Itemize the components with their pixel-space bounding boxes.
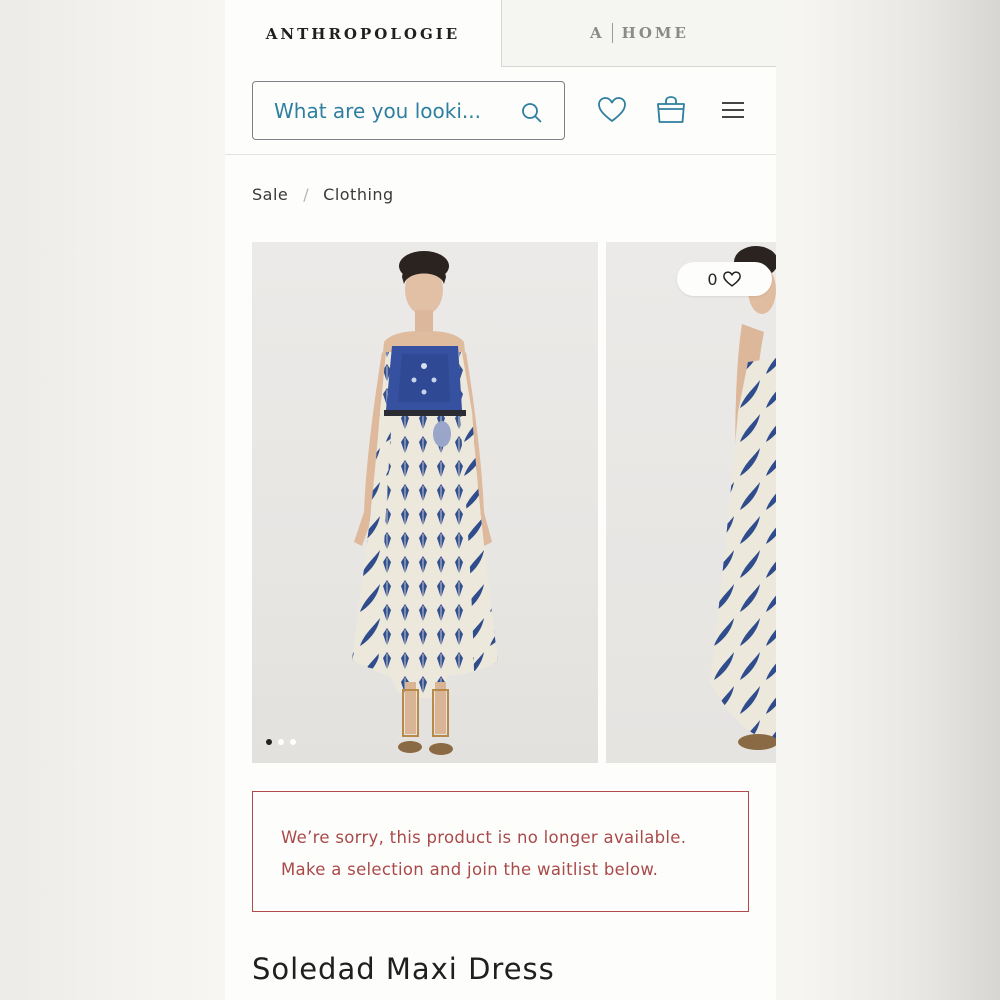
home-logo-divider [611,23,613,43]
carousel-dot[interactable] [290,739,296,745]
search-box[interactable] [252,81,565,140]
product-title: Soledad Maxi Dress [252,952,555,986]
product-image-secondary[interactable] [606,242,776,763]
carousel-dot-active[interactable] [266,739,272,745]
unavailable-alert: We’re sorry, this product is no longer a… [252,791,749,912]
heart-icon[interactable] [596,94,628,126]
search-input[interactable] [274,98,514,123]
hamburger-menu-icon[interactable] [717,94,749,126]
tab-home[interactable]: A HOME [501,0,776,67]
anthropologie-logo-text: ANTHROPOLOGIE [265,24,461,43]
search-icon[interactable] [520,101,544,125]
heart-icon [722,271,741,287]
product-image-main[interactable] [252,242,598,763]
product-photo-model-front [352,251,498,755]
favorite-count-pill[interactable]: 0 [677,262,772,296]
home-logo-text: HOME [621,24,689,42]
favorite-count: 0 [707,269,718,289]
tab-anthropologie[interactable]: ANTHROPOLOGIE [225,0,501,67]
shopping-bag-icon[interactable] [655,94,687,126]
home-logo-a: A [590,24,603,42]
brand-tabs: ANTHROPOLOGIE A HOME [225,0,776,67]
breadcrumb-clothing-link[interactable]: Clothing [323,185,394,204]
header-divider [225,154,776,155]
breadcrumb-separator: / [303,185,310,204]
mobile-page: ANTHROPOLOGIE A HOME Sale / Clothing [225,0,776,1000]
carousel-dots [266,739,296,745]
alert-line-2: Make a selection and join the waitlist b… [281,860,659,879]
breadcrumb: Sale / Clothing [252,185,394,204]
alert-line-1: We’re sorry, this product is no longer a… [281,828,687,847]
carousel-dot[interactable] [278,739,284,745]
breadcrumb-sale-link[interactable]: Sale [252,185,288,204]
product-photo-model-side [710,246,776,750]
